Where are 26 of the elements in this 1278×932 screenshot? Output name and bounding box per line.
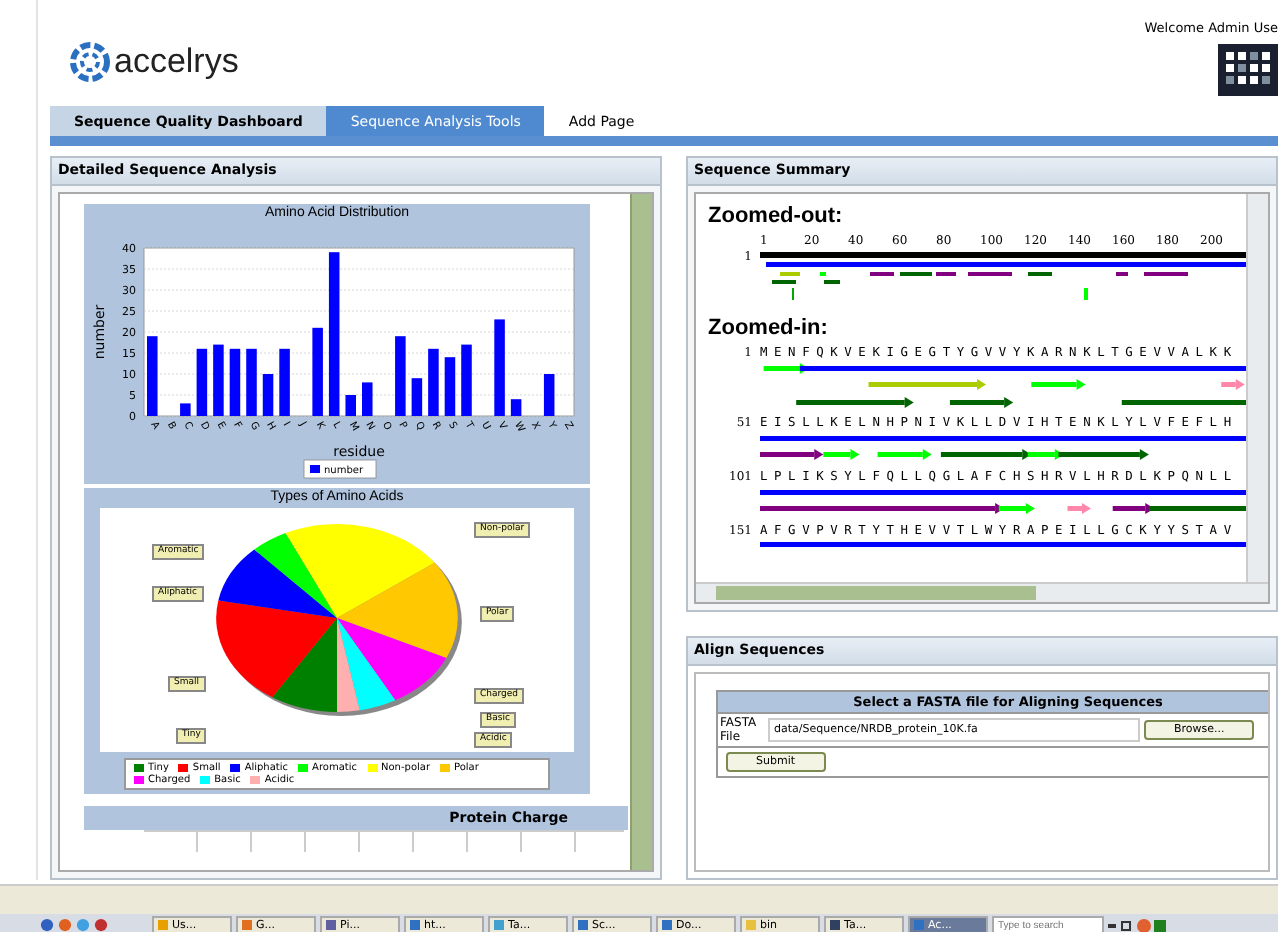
scrollbar[interactable]	[630, 194, 652, 870]
bar	[262, 374, 274, 416]
bar	[213, 344, 224, 416]
bar	[494, 319, 505, 416]
section-heading: Zoomed-out:	[708, 204, 845, 228]
bar	[229, 348, 241, 416]
bar	[362, 382, 373, 416]
bar	[543, 374, 555, 416]
scrollbar[interactable]	[1246, 194, 1268, 582]
bar	[180, 403, 191, 416]
bar	[461, 344, 472, 416]
section-heading: Zoomed-in:	[708, 316, 830, 340]
bar	[428, 348, 439, 416]
bar	[312, 327, 323, 416]
bar	[510, 399, 522, 416]
bar	[395, 336, 406, 416]
scrollbar[interactable]	[696, 582, 1268, 602]
tray-icons-drawing	[1108, 917, 1168, 932]
bar	[444, 357, 456, 416]
accelrys-logo: accelrys	[70, 38, 239, 86]
bar	[246, 348, 257, 416]
bar	[345, 395, 356, 416]
bar	[196, 348, 208, 416]
bar	[411, 378, 423, 416]
bar	[279, 348, 290, 416]
bar	[147, 336, 158, 416]
